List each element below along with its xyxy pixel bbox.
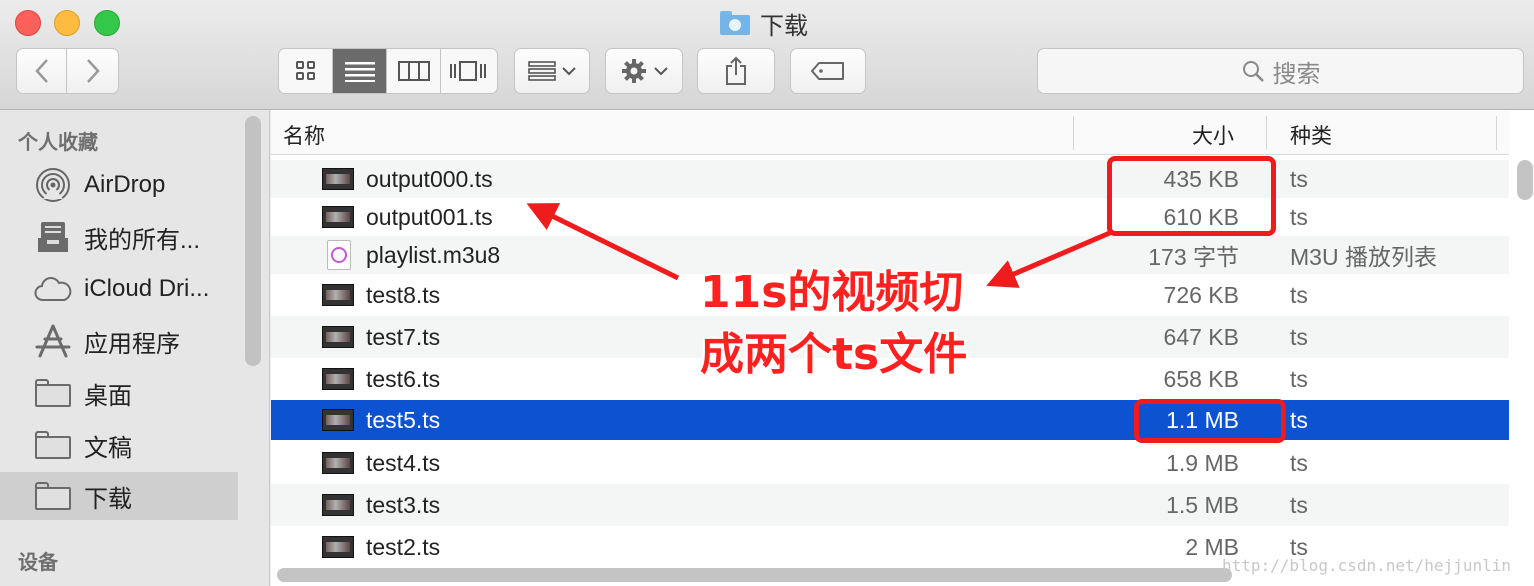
annotation-text-line2: 成两个ts文件 bbox=[700, 329, 968, 380]
watermark: http://blog.csdn.net/hejjunlin bbox=[1222, 556, 1511, 575]
annotation-text-line1: 11s的视频切 bbox=[700, 267, 964, 318]
